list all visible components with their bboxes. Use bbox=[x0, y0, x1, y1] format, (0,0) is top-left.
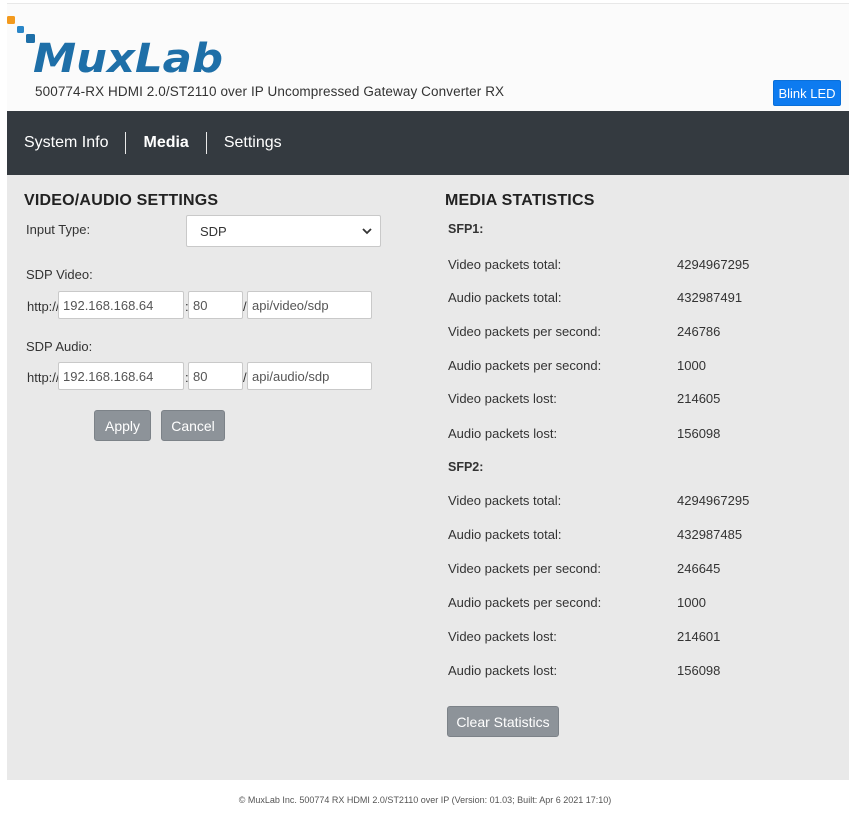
sdp-video-prefix: http:// bbox=[27, 299, 60, 314]
stat-value: 1000 bbox=[677, 595, 706, 610]
sdp-video-label: SDP Video: bbox=[26, 267, 93, 282]
stat-label: Video packets lost: bbox=[448, 629, 557, 644]
stat-value: 156098 bbox=[677, 663, 721, 678]
stat-label: Video packets total: bbox=[448, 257, 562, 272]
stat-value: 4294967295 bbox=[677, 493, 750, 508]
sdp-audio-label: SDP Audio: bbox=[26, 339, 93, 354]
device-subtitle: 500774-RX HDMI 2.0/ST2110 over IP Uncomp… bbox=[35, 84, 505, 99]
logo-wordmark: MuxLab bbox=[33, 36, 223, 80]
stat-label: Video packets total: bbox=[448, 493, 562, 508]
stat-label: Audio packets lost: bbox=[448, 663, 558, 678]
stat-label: Video packets lost: bbox=[448, 391, 557, 406]
sdp-video-port-input[interactable]: 80 bbox=[188, 291, 243, 319]
input-type-label: Input Type: bbox=[26, 222, 91, 237]
sfp1-heading: SFP1: bbox=[448, 222, 484, 236]
header: MuxLab 500774-RX HDMI 2.0/ST2110 over IP… bbox=[7, 3, 849, 111]
stat-value: 1000 bbox=[677, 358, 706, 373]
stat-value: 214601 bbox=[677, 629, 721, 644]
footer-copyright: © MuxLab Inc. 500774 RX HDMI 2.0/ST2110 … bbox=[238, 795, 612, 805]
settings-title: VIDEO/AUDIO SETTINGS bbox=[24, 192, 219, 209]
input-type-value: SDP bbox=[200, 223, 227, 239]
stat-label: Video packets per second: bbox=[448, 324, 601, 339]
sdp-video-host-input[interactable]: 192.168.168.64 bbox=[58, 291, 184, 319]
stat-value: 432987485 bbox=[677, 527, 743, 542]
stat-value: 246645 bbox=[677, 561, 721, 576]
stat-value: 156098 bbox=[677, 426, 721, 441]
cancel-button[interactable]: Cancel bbox=[161, 410, 225, 441]
stat-value: 432987491 bbox=[677, 290, 743, 305]
nav-media[interactable]: Media bbox=[126, 132, 205, 154]
stat-value: 4294967295 bbox=[677, 257, 750, 272]
page: MuxLab 500774-RX HDMI 2.0/ST2110 over IP… bbox=[0, 0, 850, 819]
stat-value: 214605 bbox=[677, 391, 721, 406]
stat-label: Audio packets per second: bbox=[448, 358, 602, 373]
content-panel: VIDEO/AUDIO SETTINGS Input Type: SDP SDP… bbox=[7, 175, 849, 780]
stat-value: 246786 bbox=[677, 324, 721, 339]
apply-button[interactable]: Apply bbox=[94, 410, 151, 441]
stat-label: Audio packets per second: bbox=[448, 595, 602, 610]
sdp-audio-prefix: http:// bbox=[27, 370, 60, 385]
sdp-audio-host-input[interactable]: 192.168.168.64 bbox=[58, 362, 184, 390]
stat-label: Video packets per second: bbox=[448, 561, 601, 576]
input-type-select[interactable]: SDP bbox=[186, 215, 381, 247]
sdp-audio-port-input[interactable]: 80 bbox=[188, 362, 243, 390]
sdp-video-path-input[interactable]: api/video/sdp bbox=[247, 291, 372, 319]
muxlab-logo: MuxLab bbox=[7, 14, 237, 82]
blink-led-button[interactable]: Blink LED bbox=[773, 80, 841, 106]
stats-title: MEDIA STATISTICS bbox=[445, 192, 595, 209]
chevron-down-icon bbox=[362, 228, 372, 235]
clear-statistics-button[interactable]: Clear Statistics bbox=[447, 706, 559, 737]
main-nav: System Info Media Settings bbox=[7, 111, 849, 175]
nav-settings[interactable]: Settings bbox=[207, 132, 299, 154]
sdp-audio-path-input[interactable]: api/audio/sdp bbox=[247, 362, 372, 390]
stat-label: Audio packets total: bbox=[448, 527, 562, 542]
stat-label: Audio packets total: bbox=[448, 290, 562, 305]
nav-system-info[interactable]: System Info bbox=[7, 132, 125, 154]
sfp2-heading: SFP2: bbox=[448, 460, 484, 474]
stat-label: Audio packets lost: bbox=[448, 426, 558, 441]
